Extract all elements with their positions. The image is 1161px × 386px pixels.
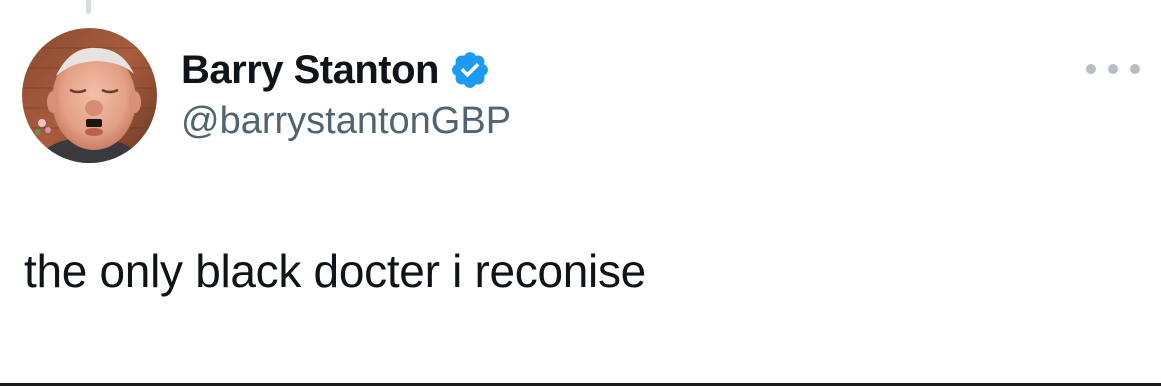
profile-photo-icon [22,28,157,163]
tweet-text: the only black docter i reconise [24,245,646,297]
author-name-row: Barry Stanton [181,44,491,96]
tweet-card[interactable]: Barry Stanton @barrystantonGBP the only … [0,0,1161,386]
more-options-icon [1130,64,1140,74]
more-options-icon [1108,64,1118,74]
verified-badge-icon[interactable] [449,49,491,91]
more-options-icon [1086,64,1096,74]
more-options-button[interactable] [1086,56,1140,82]
thread-connector-line [86,0,91,14]
avatar[interactable] [22,28,157,163]
author-handle[interactable]: @barrystantonGBP [181,100,511,143]
author-display-name[interactable]: Barry Stanton [181,48,440,93]
